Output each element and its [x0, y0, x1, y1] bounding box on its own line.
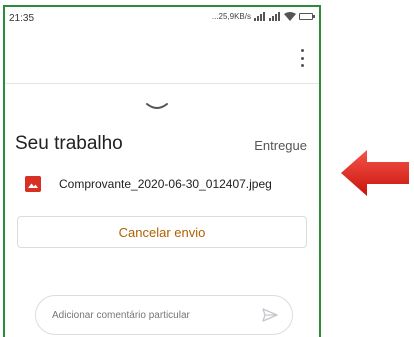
network-speed: ...25,9KB/s — [211, 12, 251, 21]
cancel-submission-button[interactable]: Cancelar envio — [17, 216, 307, 248]
signal-icon-2 — [269, 12, 280, 21]
left-arrow-icon — [341, 150, 409, 196]
section-title: Seu trabalho — [15, 133, 123, 154]
status-icons: ...25,9KB/s — [211, 12, 315, 21]
comment-input[interactable] — [50, 308, 254, 322]
app-bar — [5, 31, 319, 84]
chevron-down-icon[interactable] — [145, 102, 169, 112]
status-time: 21:35 — [9, 13, 35, 24]
phone-screen: 21:35 ...25,9KB/s Seu trabalho Entregue … — [3, 5, 321, 337]
battery-icon — [299, 13, 315, 20]
more-vert-icon[interactable] — [299, 49, 305, 67]
wifi-icon — [284, 12, 296, 21]
signal-icon — [254, 12, 265, 21]
status-bar: 21:35 ...25,9KB/s — [5, 7, 319, 31]
status-label: Entregue — [254, 138, 307, 153]
image-file-icon — [25, 176, 41, 192]
attachment-name: Comprovante_2020-06-30_012407.jpeg — [59, 177, 272, 191]
send-icon[interactable] — [262, 308, 278, 322]
private-comment-field[interactable] — [35, 295, 293, 335]
attachment-item[interactable]: Comprovante_2020-06-30_012407.jpeg — [25, 176, 272, 192]
